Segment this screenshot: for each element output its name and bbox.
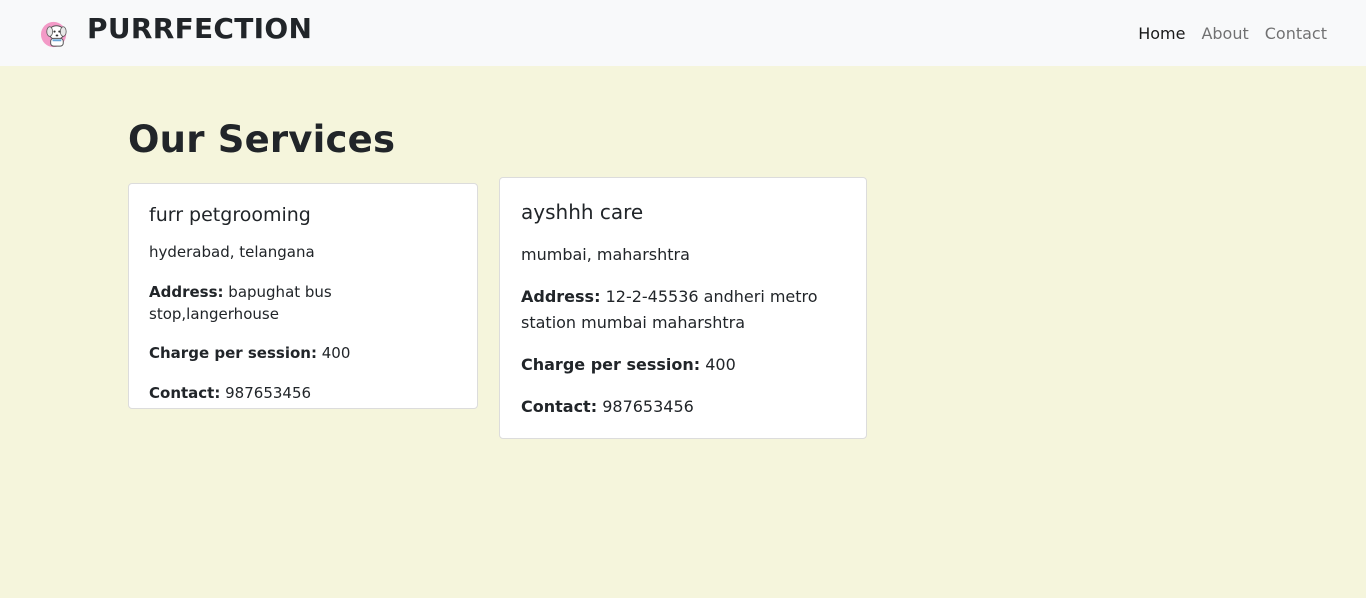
nav-link-home[interactable]: Home — [1138, 24, 1185, 43]
service-card: furr petgrooming hyderabad, telangana Ad… — [128, 183, 478, 409]
address-label: Address: — [521, 287, 601, 307]
service-card: ayshhh care mumbai, maharshtra Address: … — [499, 177, 867, 439]
service-location: hyderabad, telangana — [149, 243, 315, 261]
service-charge: Charge per session: 400 — [149, 343, 457, 365]
dog-logo-icon — [40, 21, 67, 48]
navbar: PURRFECTION Home About Contact — [0, 0, 1366, 66]
charge-label: Charge per session: — [521, 354, 701, 374]
nav-item-contact: Contact — [1265, 24, 1327, 43]
service-contact: Contact: 987653456 — [149, 383, 457, 405]
contact-label: Contact: — [149, 384, 221, 402]
nav-item-about: About — [1201, 24, 1248, 43]
nav-link-about[interactable]: About — [1201, 24, 1248, 43]
service-location: mumbai, maharshtra — [521, 245, 690, 264]
charge-label: Charge per session: — [149, 344, 317, 363]
service-address: Address: 12-2-45536 andheri metro statio… — [521, 284, 845, 335]
page-title: Our Services — [128, 118, 396, 161]
service-name: furr petgrooming — [149, 204, 311, 226]
service-name: ayshhh care — [521, 200, 644, 224]
service-address: Address: bapughat bus stop,langerhouse — [149, 282, 457, 326]
contact-value: 987653456 — [225, 384, 312, 402]
nav-link-contact[interactable]: Contact — [1265, 24, 1327, 43]
brand[interactable]: PURRFECTION — [40, 0, 312, 66]
charge-value: 400 — [705, 354, 736, 374]
nav-item-home: Home — [1138, 24, 1185, 43]
address-label: Address: — [149, 282, 224, 301]
service-charge: Charge per session: 400 — [521, 352, 845, 377]
contact-value: 987653456 — [602, 397, 694, 417]
service-contact: Contact: 987653456 — [521, 394, 845, 419]
charge-value: 400 — [321, 344, 351, 363]
brand-name: PURRFECTION — [87, 11, 313, 45]
contact-label: Contact: — [521, 397, 598, 417]
nav-links: Home About Contact — [1138, 24, 1327, 43]
